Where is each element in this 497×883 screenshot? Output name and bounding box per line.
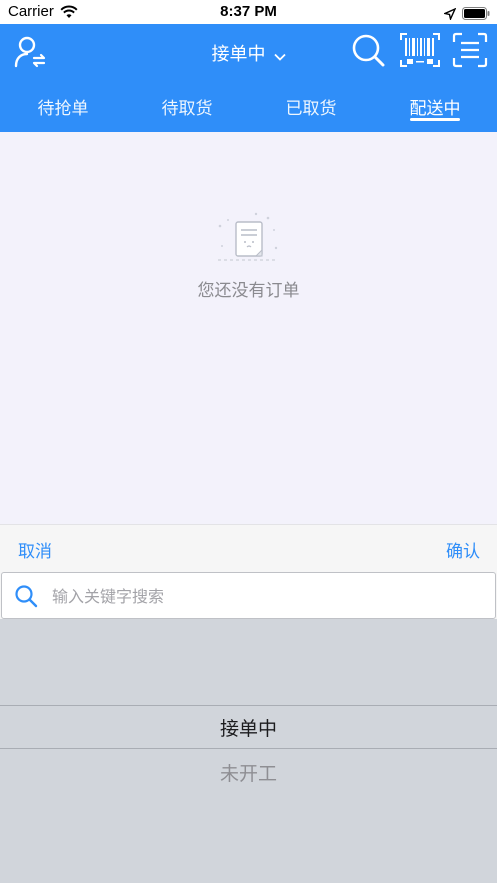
cancel-button[interactable]: 取消: [18, 537, 52, 562]
picker-toolbar: 取消 确认: [0, 524, 497, 572]
empty-state-message: 您还没有订单: [197, 281, 300, 301]
confirm-button[interactable]: 确认: [446, 537, 480, 562]
tab-pending-pickup[interactable]: 待取货: [137, 94, 237, 119]
tab-delivering[interactable]: 配送中: [385, 94, 485, 119]
order-tabs: 待抢单 待取货 已取货 配送中: [0, 86, 497, 132]
status-bar: Carrier 8:37 PM: [0, 0, 497, 24]
order-list-area: 您还没有订单: [0, 132, 497, 524]
keyword-search-input[interactable]: [50, 583, 474, 609]
barcode-scan-icon[interactable]: [400, 32, 440, 72]
search-field-container: [1, 572, 496, 619]
location-arrow-icon: [442, 5, 457, 24]
search-icon: [14, 584, 38, 612]
picker-option[interactable]: 未开工: [0, 759, 497, 786]
scan-frame-icon[interactable]: [452, 32, 488, 72]
app-header: 接单中 待抢单 待取货 已取货 配送中: [0, 24, 497, 132]
status-picker-wheel[interactable]: 接单中 未开工: [0, 619, 497, 883]
status-time: 8:37 PM: [220, 3, 277, 20]
chevron-down-icon: [273, 45, 286, 66]
empty-document-icon: [212, 212, 284, 272]
tab-pending-grab[interactable]: 待抢单: [13, 94, 113, 119]
picker-search-bar: [0, 571, 497, 619]
tab-picked-up[interactable]: 已取货: [261, 94, 361, 119]
picker-option-selected[interactable]: 接单中: [0, 714, 497, 741]
active-tab-indicator: [410, 118, 460, 121]
battery-icon: [462, 5, 490, 24]
search-icon[interactable]: [350, 32, 386, 72]
status-dropdown-label: 接单中: [211, 44, 266, 65]
